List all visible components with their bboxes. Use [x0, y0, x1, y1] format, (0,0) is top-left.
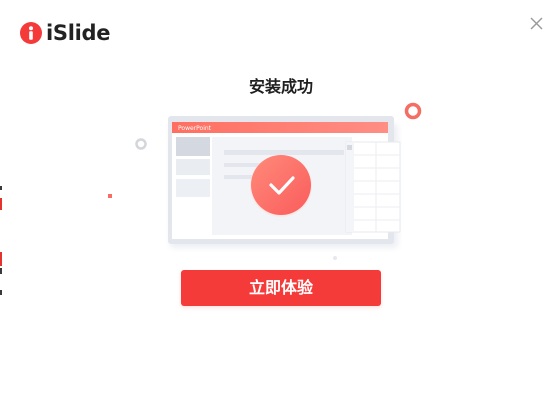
slide-thumbnail: [176, 179, 210, 197]
install-success-title: 安装成功: [248, 77, 313, 96]
success-illustration: PowerPoint: [108, 102, 422, 260]
try-now-button[interactable]: 立即体验: [181, 270, 381, 306]
logo-text: iSlide: [46, 21, 111, 45]
side-panel: [345, 141, 401, 233]
islide-logo-icon: [20, 22, 42, 44]
mock-window-header: [172, 122, 388, 133]
slide-thumbnail: [176, 137, 210, 156]
close-icon: [530, 17, 543, 30]
close-button[interactable]: [526, 14, 546, 34]
decor-ring-red: [404, 102, 422, 120]
edge-mark: [0, 198, 2, 210]
mock-app-window: PowerPoint: [168, 116, 401, 244]
slide-thumbnail: [176, 159, 210, 175]
edge-mark: [0, 268, 2, 274]
decor-dot-red: [108, 194, 112, 198]
checkmark-icon: [269, 176, 295, 195]
installer-window: iSlide 安装成功 PowerPoint 立即体验: [0, 0, 560, 402]
edge-mark: [0, 252, 2, 266]
decor-dot-gray: [333, 256, 337, 260]
edge-mark: [0, 290, 2, 295]
mock-window-title: PowerPoint: [178, 125, 212, 132]
slide-canvas: [212, 137, 352, 235]
edge-mark: [0, 186, 2, 190]
app-logo: iSlide: [20, 20, 111, 46]
success-badge: [250, 155, 312, 217]
decor-ring-gray: [135, 138, 147, 150]
